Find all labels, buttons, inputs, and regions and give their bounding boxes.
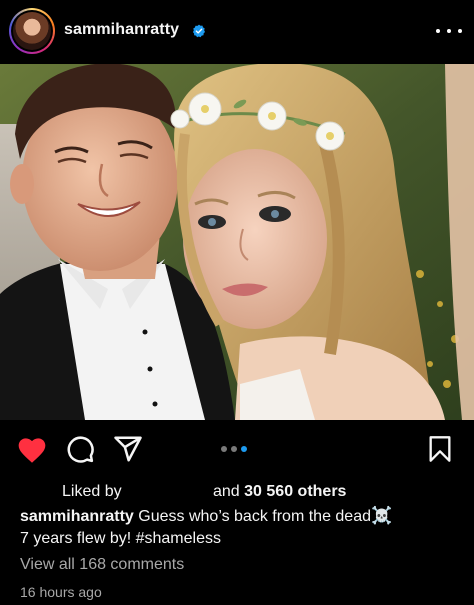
liked-by-user[interactable]	[131, 483, 209, 500]
carousel-indicator	[221, 446, 247, 452]
likes-count[interactable]: and 30 560 others	[213, 483, 346, 501]
caption-username[interactable]: sammihanratty	[20, 508, 134, 525]
avatar-gap	[11, 10, 53, 52]
bookmark-icon[interactable]	[427, 435, 453, 463]
avatar[interactable]	[9, 8, 55, 54]
likes-and: and	[213, 483, 240, 500]
paper-plane-icon[interactable]	[113, 434, 143, 464]
avatar-image	[13, 12, 51, 50]
post-photo-illustration	[0, 64, 474, 420]
post-image[interactable]	[0, 64, 474, 420]
caption-text-line2: 7 years flew by! #shameless	[20, 530, 221, 547]
post-timestamp: 16 hours ago	[20, 584, 102, 600]
heart-filled-icon[interactable]	[16, 434, 48, 464]
carousel-dot	[231, 446, 237, 452]
likes-others-count: 30 560 others	[244, 483, 347, 500]
username[interactable]: sammihanratty	[64, 21, 179, 39]
liked-by-label: Liked by	[62, 483, 122, 500]
action-bar	[0, 420, 474, 480]
carousel-dot	[221, 446, 227, 452]
comment-bubble-icon[interactable]	[65, 434, 95, 464]
more-options-icon[interactable]	[436, 21, 462, 41]
carousel-dot-active	[241, 446, 247, 452]
post-header: sammihanratty	[0, 0, 474, 64]
view-all-comments-link[interactable]: View all 168 comments	[20, 556, 184, 574]
caption: sammihanratty Guess who’s back from the …	[20, 505, 460, 550]
skull-emoji: ☠️	[371, 506, 393, 526]
likes-line: Liked by and 30 560 others	[0, 481, 474, 503]
caption-text-line1: Guess who’s back from the dead	[138, 508, 371, 525]
verified-badge-icon	[192, 24, 206, 38]
